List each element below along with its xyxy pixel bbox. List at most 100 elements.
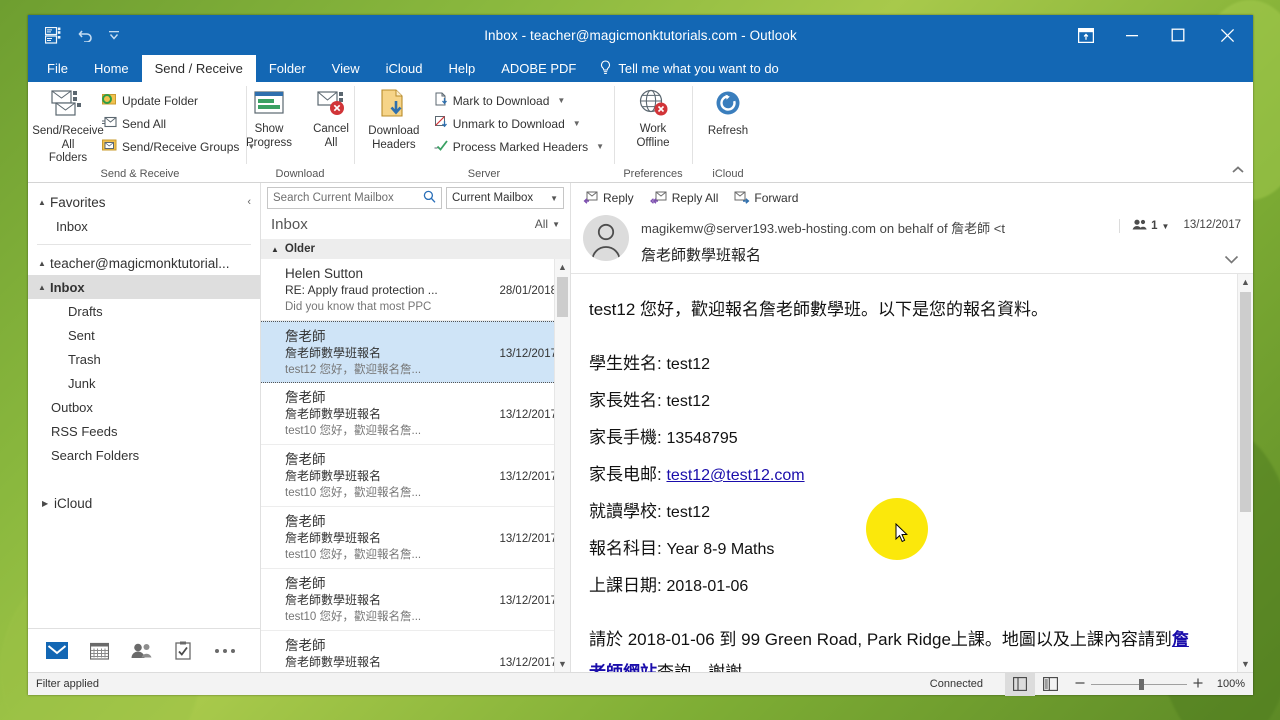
window-controls: [1063, 15, 1253, 55]
table-row[interactable]: 詹老師 詹老師數學班報名 13/12/2017 test10 您好，歡迎報名詹.…: [261, 383, 570, 445]
search-icon[interactable]: [423, 190, 436, 206]
chevron-down-icon[interactable]: ▼: [573, 119, 581, 128]
account-root[interactable]: ▲ teacher@magicmonktutorial...: [28, 251, 260, 275]
reading-view-icon[interactable]: [1035, 673, 1065, 696]
download-headers-icon: [378, 89, 410, 123]
process-marked-headers-button[interactable]: Process Marked Headers ▼: [430, 136, 608, 157]
more-icon[interactable]: [204, 634, 246, 668]
work-offline-button[interactable]: Work Offline: [625, 87, 681, 152]
tab-adobe-pdf[interactable]: ADOBE PDF: [488, 55, 589, 82]
reply-all-button[interactable]: Reply All: [649, 190, 718, 207]
sidebar-item-junk[interactable]: Junk: [28, 371, 260, 395]
tab-help[interactable]: Help: [435, 55, 488, 82]
people-icon[interactable]: [120, 634, 162, 668]
collapse-ribbon-icon[interactable]: [1231, 165, 1245, 178]
zoom-in-button[interactable]: [1193, 678, 1203, 691]
zoom-out-button[interactable]: [1075, 678, 1085, 691]
ribbon-display-options-icon[interactable]: [1063, 15, 1109, 55]
mail-icon[interactable]: [36, 634, 78, 668]
ribbon: Send/Receive All Folders Update Folder S…: [28, 82, 1253, 183]
reply-button[interactable]: Reply: [583, 190, 634, 207]
normal-view-icon[interactable]: [1005, 672, 1035, 696]
sidebar-item-icloud[interactable]: ▶ iCloud: [28, 491, 260, 515]
table-row[interactable]: Helen Sutton RE: Apply fraud protection …: [261, 259, 570, 321]
search-scope-dropdown[interactable]: Current Mailbox ▼: [446, 187, 564, 209]
favorites-header[interactable]: ▲ Favorites ‹: [28, 190, 260, 214]
message-body: test12 您好，歡迎報名詹老師數學班。以下是您的報名資料。 學生姓名: te…: [571, 274, 1253, 672]
undo-icon[interactable]: [78, 28, 94, 42]
collapse-folder-pane-icon[interactable]: ‹: [247, 196, 251, 208]
zoom-slider-thumb[interactable]: [1139, 678, 1144, 690]
message-header: magikemw@server193.web-hosting.com on be…: [571, 209, 1253, 274]
outlook-logo-icon[interactable]: [45, 26, 64, 44]
message-sender: 詹老師: [285, 329, 326, 344]
mark-to-download-button[interactable]: Mark to Download ▼: [430, 90, 608, 111]
download-headers-button[interactable]: Download Headers: [360, 87, 428, 154]
expand-twisty-icon[interactable]: ▲: [38, 198, 50, 207]
scroll-up-icon[interactable]: ▲: [1238, 274, 1253, 290]
recipient-count-button[interactable]: 1 ▼: [1119, 219, 1169, 233]
search-input[interactable]: Search Current Mailbox: [267, 187, 442, 209]
table-row[interactable]: 詹老師 詹老師數學班報名 13/12/2017 test10 您好，歡迎報名詹.…: [261, 631, 570, 672]
email-link[interactable]: test12@test12.com: [666, 467, 804, 484]
tab-send-receive[interactable]: Send / Receive: [141, 55, 256, 82]
zoom-control[interactable]: 100%: [1065, 678, 1245, 691]
list-filter-dropdown[interactable]: All ▼: [535, 217, 560, 231]
send-receive-all-folders-button[interactable]: Send/Receive All Folders: [32, 87, 104, 166]
send-all-button[interactable]: Send All: [98, 113, 259, 134]
sidebar-item-search-folders[interactable]: Search Folders: [28, 443, 260, 467]
collapse-group-icon[interactable]: ▲: [271, 245, 279, 254]
tell-me-search[interactable]: Tell me what you want to do: [589, 55, 788, 82]
expand-twisty-icon[interactable]: ▲: [38, 259, 50, 268]
send-receive-groups-button[interactable]: Send/Receive Groups ▼: [98, 136, 259, 157]
sidebar-item-rss-feeds[interactable]: RSS Feeds: [28, 419, 260, 443]
list-group-header[interactable]: ▲ Older: [261, 239, 570, 259]
cancel-all-button[interactable]: Cancel All: [303, 87, 359, 152]
table-row[interactable]: 詹老師 詹老師數學班報名 13/12/2017 test10 您好，歡迎報名詹.…: [261, 445, 570, 507]
forward-button[interactable]: Forward: [734, 190, 798, 207]
tab-view[interactable]: View: [319, 55, 373, 82]
close-icon[interactable]: [1201, 15, 1253, 55]
favorites-item-inbox[interactable]: Inbox: [28, 214, 260, 238]
chevron-down-icon[interactable]: ▼: [596, 142, 604, 151]
reading-pane-scrollbar[interactable]: ▲ ▼: [1237, 274, 1253, 672]
sidebar-item-outbox[interactable]: Outbox: [28, 395, 260, 419]
chevron-down-icon[interactable]: ▼: [552, 220, 560, 229]
tab-icloud[interactable]: iCloud: [373, 55, 436, 82]
chevron-down-icon[interactable]: ▼: [550, 194, 558, 203]
scroll-down-icon[interactable]: ▼: [555, 656, 570, 672]
tab-file[interactable]: File: [34, 55, 81, 82]
collapse-twisty-icon[interactable]: ▶: [42, 499, 54, 508]
show-progress-button[interactable]: Show Progress: [241, 87, 297, 152]
table-row[interactable]: 詹老師 詹老師數學班報名 13/12/2017 test10 您好，歡迎報名詹.…: [261, 569, 570, 631]
scrollbar-thumb[interactable]: [1240, 292, 1251, 512]
refresh-button[interactable]: Refresh: [700, 87, 756, 139]
sidebar-item-sent[interactable]: Sent: [28, 323, 260, 347]
message-list-scrollbar[interactable]: ▲ ▼: [554, 259, 570, 672]
send-all-label: Send All: [122, 116, 167, 131]
calendar-icon[interactable]: [78, 634, 120, 668]
update-folder-button[interactable]: Update Folder: [98, 90, 259, 111]
chevron-down-icon[interactable]: ▼: [557, 96, 565, 105]
maximize-icon[interactable]: [1155, 15, 1201, 55]
table-row[interactable]: 詹老師 詹老師數學班報名 13/12/2017 test12 您好，歡迎報名詹.…: [261, 321, 570, 383]
zoom-slider[interactable]: [1091, 678, 1187, 690]
expand-header-icon[interactable]: [1224, 255, 1239, 267]
message-preview: test10 您好，歡迎報名詹...: [285, 549, 422, 561]
scroll-up-icon[interactable]: ▲: [555, 259, 570, 275]
tab-home[interactable]: Home: [81, 55, 142, 82]
message-list[interactable]: Helen Sutton RE: Apply fraud protection …: [261, 259, 570, 672]
chevron-down-icon[interactable]: ▼: [1162, 222, 1170, 231]
sidebar-item-trash[interactable]: Trash: [28, 347, 260, 371]
table-row[interactable]: 詹老師 詹老師數學班報名 13/12/2017 test10 您好，歡迎報名詹.…: [261, 507, 570, 569]
scroll-down-icon[interactable]: ▼: [1238, 656, 1253, 672]
tasks-icon[interactable]: [162, 634, 204, 668]
customize-qat-icon[interactable]: [108, 29, 120, 41]
sidebar-item-drafts[interactable]: Drafts: [28, 299, 260, 323]
sidebar-item-inbox[interactable]: ▲ Inbox: [28, 275, 260, 299]
tab-folder[interactable]: Folder: [256, 55, 319, 82]
unmark-to-download-button[interactable]: Unmark to Download ▼: [430, 113, 608, 134]
expand-twisty-icon[interactable]: ▲: [38, 283, 50, 292]
scrollbar-thumb[interactable]: [557, 277, 568, 317]
minimize-icon[interactable]: [1109, 15, 1155, 55]
